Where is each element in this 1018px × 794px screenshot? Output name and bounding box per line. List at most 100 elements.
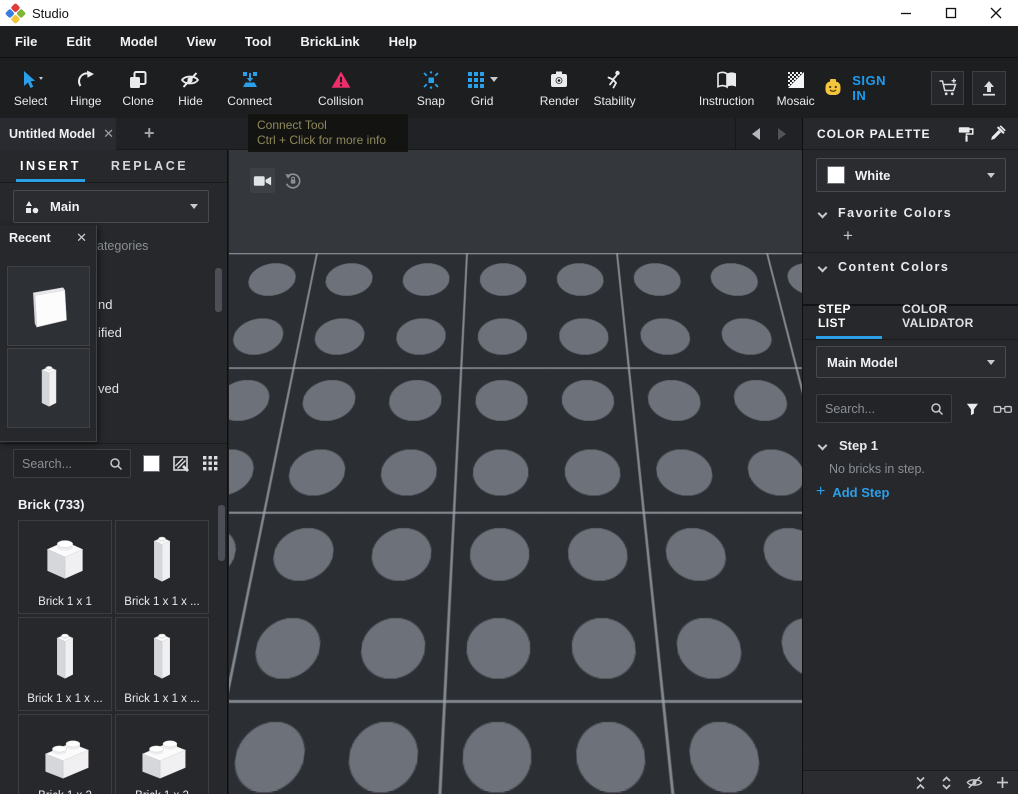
render-tool-button[interactable]: Render: [534, 61, 585, 115]
new-tab-button[interactable]: +: [144, 123, 155, 144]
part-search-box: [13, 449, 131, 478]
maximize-button[interactable]: [928, 0, 973, 26]
part-search-input[interactable]: [14, 457, 109, 471]
document-tab[interactable]: Untitled Model ✕: [0, 118, 116, 150]
step-search-row: [816, 394, 1012, 423]
recent-close-icon[interactable]: ✕: [76, 230, 87, 246]
collapse-all-icon[interactable]: [914, 776, 927, 790]
part-thumbnail: [131, 627, 193, 689]
instruction-tool-button[interactable]: Instruction: [690, 61, 763, 115]
part-label: Brick 1 x 1 x ...: [116, 693, 208, 705]
snap-tool-button[interactable]: Snap: [409, 61, 452, 115]
step-1-row[interactable]: Step 1: [819, 438, 878, 453]
part-tile[interactable]: Brick 1 x 1 x ...: [115, 520, 209, 614]
add-icon[interactable]: [996, 776, 1009, 789]
part-tile[interactable]: Brick 1 x 2: [18, 714, 112, 794]
window-controls: [883, 0, 1018, 26]
tab-close-icon[interactable]: ✕: [103, 127, 114, 140]
stability-figure-icon: [604, 69, 626, 91]
grid-view-icon[interactable]: [202, 455, 219, 472]
eyedropper-icon[interactable]: [989, 125, 1006, 142]
tab-insert[interactable]: INSERT: [20, 159, 81, 182]
active-color-dropdown[interactable]: White: [816, 158, 1006, 192]
menu-view[interactable]: View: [185, 30, 218, 53]
rotate-lock-icon: [283, 171, 303, 191]
baseplate-grid[interactable]: [229, 150, 802, 253]
empty-step-message: No bricks in step.: [829, 462, 925, 476]
part-label: Brick 1 x 1: [19, 596, 111, 608]
minimize-button[interactable]: [883, 0, 928, 26]
divider: [803, 252, 1018, 253]
category-item-occluded[interactable]: nd: [98, 297, 112, 312]
cart-button[interactable]: [931, 71, 965, 105]
insert-replace-tabs: INSERT REPLACE: [0, 150, 227, 183]
part-tile[interactable]: Brick 1 x 1 x ...: [18, 617, 112, 711]
rotation-lock-button[interactable]: [280, 168, 305, 193]
tab-scroll-left-icon[interactable]: [752, 128, 760, 140]
color-filter-swatch[interactable]: [143, 455, 160, 472]
tab-color-validator[interactable]: COLOR VALIDATOR: [902, 302, 1018, 339]
cart-icon: [937, 77, 959, 99]
mosaic-tool-button[interactable]: Mosaic: [769, 61, 822, 115]
menu-edit[interactable]: Edit: [64, 30, 93, 53]
color-palette-header: COLOR PALETTE: [803, 118, 1018, 150]
collision-tool-button[interactable]: Collision: [308, 61, 373, 115]
sign-in-button[interactable]: SIGN IN: [852, 73, 903, 103]
palette-dropdown[interactable]: Main: [13, 190, 209, 223]
categories-scrollbar[interactable]: [215, 268, 222, 312]
tab-replace[interactable]: REPLACE: [111, 159, 188, 182]
expand-all-icon[interactable]: [940, 776, 953, 790]
right-panel: COLOR PALETTE White Favorite Colors + Co…: [802, 118, 1018, 794]
chevron-down-icon: [818, 441, 828, 451]
part-tile[interactable]: Brick 1 x 1 x ...: [115, 617, 209, 711]
model-dropdown[interactable]: Main Model: [816, 346, 1006, 378]
recent-part-tile[interactable]: [7, 348, 90, 428]
parts-category-title: Brick (733): [18, 497, 228, 512]
menu-help[interactable]: Help: [387, 30, 419, 53]
favorite-colors-section[interactable]: Favorite Colors: [819, 206, 952, 220]
stability-tool-button[interactable]: Stability: [587, 61, 642, 115]
viewport-3d[interactable]: 0 total parts: [229, 150, 802, 794]
hidden-steps-eye-icon[interactable]: [966, 775, 983, 790]
tab-scroll-right-icon[interactable]: [778, 128, 786, 140]
tab-step-list[interactable]: STEP LIST: [818, 302, 880, 339]
filter-funnel-icon[interactable]: [965, 401, 980, 417]
menu-file[interactable]: File: [13, 30, 39, 53]
menu-model[interactable]: Model: [118, 30, 160, 53]
palette-dropdown-label: Main: [50, 199, 176, 214]
snap-icon: [420, 69, 442, 91]
menu-bricklink[interactable]: BrickLink: [298, 30, 361, 53]
camera-view-button[interactable]: [250, 168, 275, 193]
tooltip-hint: Ctrl + Click for more info: [257, 133, 399, 148]
category-item-occluded[interactable]: ved: [98, 381, 119, 396]
hide-tool-button[interactable]: Hide: [170, 61, 211, 115]
plus-icon: +: [816, 484, 825, 500]
add-step-button[interactable]: + Add Step: [816, 484, 889, 500]
select-cursor-icon: [16, 69, 46, 91]
select-tool-button[interactable]: Select: [2, 61, 59, 115]
step-search-input[interactable]: [817, 402, 930, 416]
menu-tool[interactable]: Tool: [243, 30, 273, 53]
main-toolbar: Select Hinge Clone Hide Connect Collisio…: [0, 58, 1018, 118]
clone-tool-button[interactable]: Clone: [114, 61, 161, 115]
recent-part-tile[interactable]: [7, 266, 90, 346]
hinge-tool-button[interactable]: Hinge: [63, 61, 108, 115]
paint-roller-icon[interactable]: [957, 125, 975, 143]
mosaic-icon: [786, 69, 806, 91]
part-label: Brick 1 x 2: [19, 790, 111, 794]
part-tile[interactable]: Brick 1 x 2: [115, 714, 209, 794]
upload-button[interactable]: [972, 71, 1006, 105]
content-colors-section[interactable]: Content Colors: [819, 260, 949, 274]
part-tile[interactable]: Brick 1 x 1: [18, 520, 112, 614]
grid-tool-button[interactable]: Grid: [457, 61, 508, 115]
connect-tool-tooltip: Connect Tool Ctrl + Click for more info: [248, 114, 408, 152]
parts-scrollbar[interactable]: [218, 505, 225, 561]
minifig-head-icon: [822, 77, 844, 99]
connect-tool-button[interactable]: Connect: [219, 61, 280, 115]
category-item-occluded[interactable]: ified: [98, 325, 122, 340]
add-favorite-color-button[interactable]: +: [843, 226, 853, 246]
maximize-icon: [945, 7, 957, 19]
glasses-icon[interactable]: [993, 402, 1012, 416]
decorated-parts-icon[interactable]: [172, 455, 190, 473]
close-button[interactable]: [973, 0, 1018, 26]
